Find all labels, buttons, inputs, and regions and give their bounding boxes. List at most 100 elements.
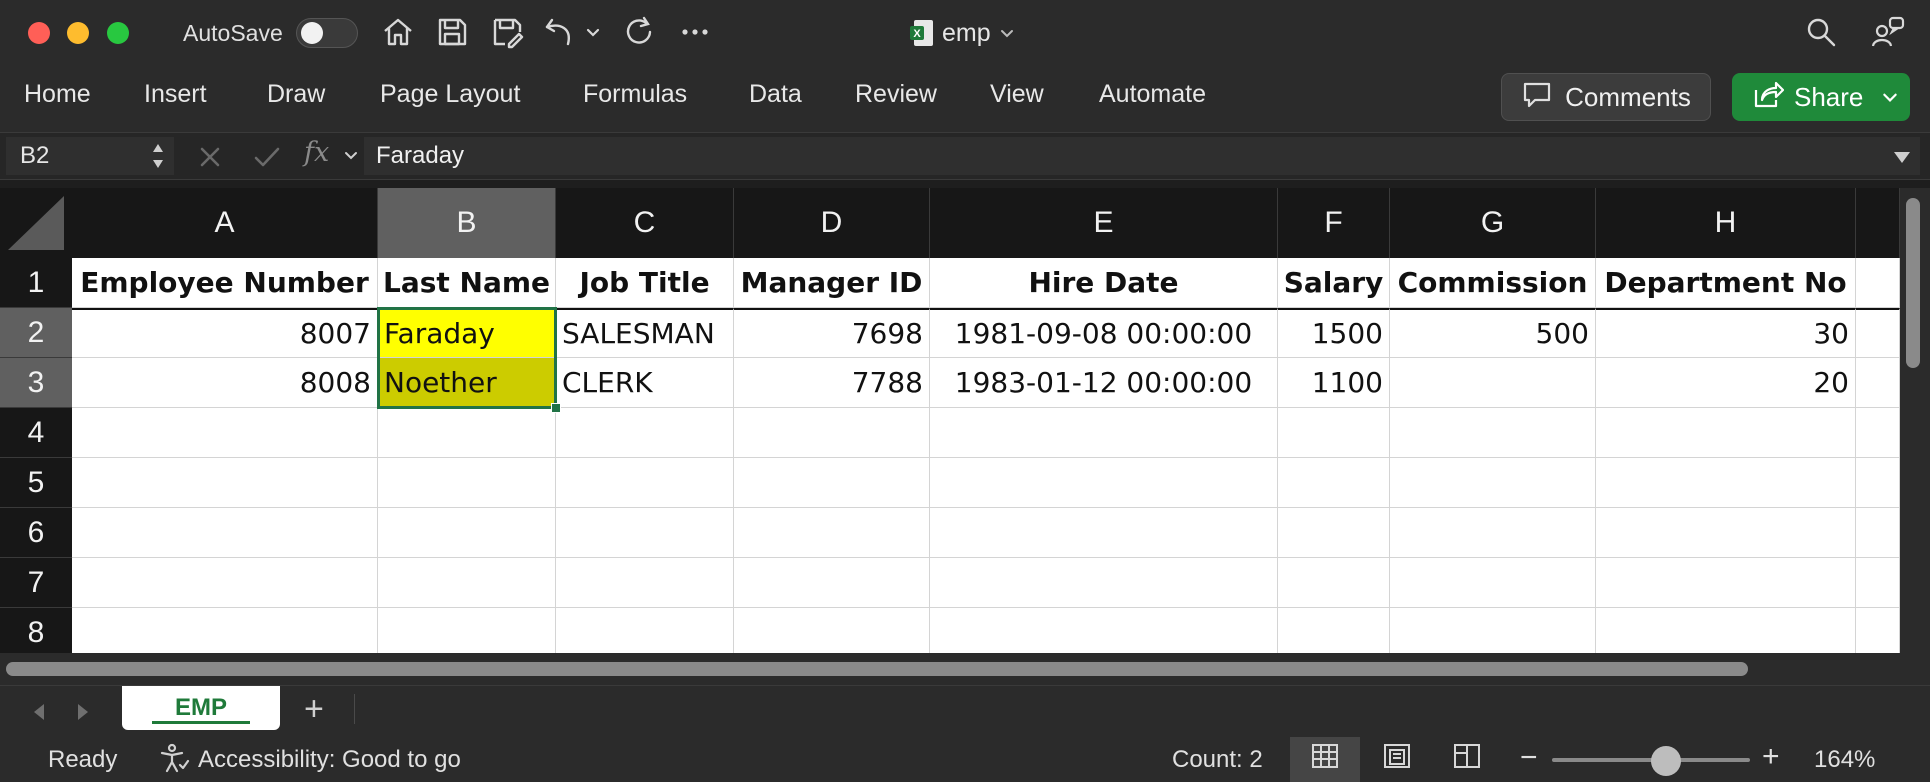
cell-e3[interactable]: 1983-01-12 00:00:00	[930, 358, 1278, 408]
cell-d1[interactable]: Manager ID	[734, 258, 930, 308]
cell-d8[interactable]	[734, 608, 930, 653]
accessibility-status[interactable]: Accessibility: Good to go	[198, 746, 461, 774]
cell-h6[interactable]	[1596, 508, 1856, 558]
tab-home[interactable]: Home	[24, 80, 91, 109]
cell-f3[interactable]: 1100	[1278, 358, 1390, 408]
cell-h7[interactable]	[1596, 558, 1856, 608]
chevron-down-icon[interactable]	[1881, 82, 1899, 113]
horizontal-scroll-thumb[interactable]	[6, 662, 1748, 676]
cell-e7[interactable]	[930, 558, 1278, 608]
name-box-stepper-icon[interactable]	[150, 139, 166, 178]
cell-b5[interactable]	[378, 458, 556, 508]
cell-c3[interactable]: CLERK	[556, 358, 734, 408]
redo-icon[interactable]	[622, 14, 658, 50]
cell-b3[interactable]: Noether	[378, 358, 556, 408]
cell-g8[interactable]	[1390, 608, 1596, 653]
cell-f7[interactable]	[1278, 558, 1390, 608]
column-header-d[interactable]: D	[734, 188, 930, 258]
cell-f4[interactable]	[1278, 408, 1390, 458]
tab-view[interactable]: View	[990, 80, 1044, 109]
cell-c6[interactable]	[556, 508, 734, 558]
cell-i5[interactable]	[1856, 458, 1900, 508]
cell-d7[interactable]	[734, 558, 930, 608]
horizontal-scrollbar[interactable]	[0, 653, 1900, 685]
name-box[interactable]: B2	[6, 137, 174, 175]
worksheet-grid[interactable]: ABCDEFGH 12345678 Employee Number Last Na…	[0, 188, 1900, 653]
cell-h3[interactable]: 20	[1596, 358, 1856, 408]
cell-e1[interactable]: Hire Date	[930, 258, 1278, 308]
sheet-tab-emp[interactable]: EMP	[122, 686, 280, 730]
cell-b1[interactable]: Last Name	[378, 258, 556, 308]
cell-d5[interactable]	[734, 458, 930, 508]
cell-a3[interactable]: 8008	[72, 358, 378, 408]
cell-g3[interactable]	[1390, 358, 1596, 408]
zoom-in-button[interactable]: +	[1762, 740, 1780, 774]
insert-function-button[interactable]: fx	[304, 137, 329, 168]
cell-b7[interactable]	[378, 558, 556, 608]
tab-automate[interactable]: Automate	[1099, 80, 1206, 109]
fill-handle[interactable]	[551, 403, 561, 413]
cell-c7[interactable]	[556, 558, 734, 608]
vertical-scroll-thumb[interactable]	[1906, 198, 1920, 368]
page-break-view-button[interactable]	[1432, 737, 1502, 782]
share-button[interactable]: Share	[1732, 73, 1910, 121]
previous-sheet-icon[interactable]	[28, 700, 48, 729]
tab-data[interactable]: Data	[749, 80, 802, 109]
maximize-window-button[interactable]	[107, 22, 129, 44]
cell-c1[interactable]: Job Title	[556, 258, 734, 308]
cell-i6[interactable]	[1856, 508, 1900, 558]
tab-insert[interactable]: Insert	[144, 80, 207, 109]
cell-g7[interactable]	[1390, 558, 1596, 608]
row-header-2[interactable]: 2	[0, 308, 72, 358]
cell-a5[interactable]	[72, 458, 378, 508]
cell-a6[interactable]	[72, 508, 378, 558]
cell-d6[interactable]	[734, 508, 930, 558]
save-icon[interactable]	[434, 14, 470, 50]
column-header-f[interactable]: F	[1278, 188, 1390, 258]
search-icon[interactable]	[1803, 14, 1839, 50]
cell-g4[interactable]	[1390, 408, 1596, 458]
zoom-level[interactable]: 164%	[1814, 746, 1875, 774]
cell-e2[interactable]: 1981-09-08 00:00:00	[930, 308, 1278, 358]
cell-c4[interactable]	[556, 408, 734, 458]
column-header-e[interactable]: E	[930, 188, 1278, 258]
cell-e8[interactable]	[930, 608, 1278, 653]
formula-input[interactable]: Faraday	[364, 137, 1920, 175]
cell-i2[interactable]	[1856, 308, 1900, 358]
accessibility-icon[interactable]	[158, 743, 190, 782]
zoom-slider-thumb[interactable]	[1651, 746, 1682, 776]
cell-c8[interactable]	[556, 608, 734, 653]
column-header-g[interactable]: G	[1390, 188, 1596, 258]
row-header-4[interactable]: 4	[0, 408, 72, 458]
column-header-c[interactable]: C	[556, 188, 734, 258]
cell-b6[interactable]	[378, 508, 556, 558]
row-header-1[interactable]: 1	[0, 258, 72, 308]
vertical-scrollbar[interactable]	[1900, 188, 1930, 685]
cell-g5[interactable]	[1390, 458, 1596, 508]
column-header-a[interactable]: A	[72, 188, 378, 258]
cell-a1[interactable]: Employee Number	[72, 258, 378, 308]
cell-g2[interactable]: 500	[1390, 308, 1596, 358]
cell-a2[interactable]: 8007	[72, 308, 378, 358]
column-header-h[interactable]: H	[1596, 188, 1856, 258]
cell-h4[interactable]	[1596, 408, 1856, 458]
confirm-entry-icon[interactable]	[252, 143, 282, 176]
cell-b8[interactable]	[378, 608, 556, 653]
cell-i3[interactable]	[1856, 358, 1900, 408]
cell-h1[interactable]: Department No	[1596, 258, 1856, 308]
select-all-corner[interactable]	[0, 188, 72, 258]
home-icon[interactable]	[380, 14, 416, 50]
tab-draw[interactable]: Draw	[267, 80, 325, 109]
cell-d2[interactable]: 7698	[734, 308, 930, 358]
comments-button[interactable]: Comments	[1501, 73, 1711, 121]
cell-e6[interactable]	[930, 508, 1278, 558]
expand-formula-bar-icon[interactable]	[1890, 145, 1914, 174]
cell-d4[interactable]	[734, 408, 930, 458]
undo-dropdown-icon[interactable]	[584, 14, 602, 50]
cell-h5[interactable]	[1596, 458, 1856, 508]
cell-i8[interactable]	[1856, 608, 1900, 653]
cell-i7[interactable]	[1856, 558, 1900, 608]
cell-b2[interactable]: Faraday	[378, 308, 556, 358]
cell-f6[interactable]	[1278, 508, 1390, 558]
close-window-button[interactable]	[28, 22, 50, 44]
